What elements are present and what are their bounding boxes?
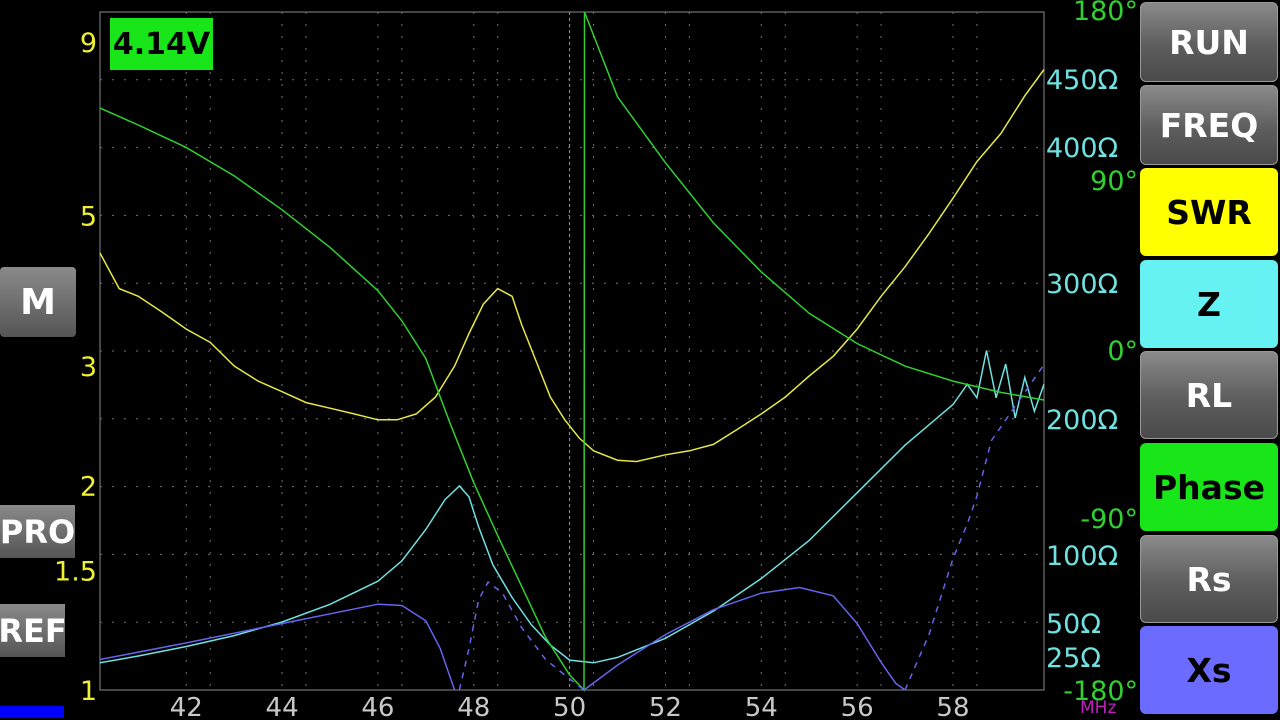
phase-axis-label: -90°	[1080, 504, 1138, 535]
swr-axis-label: 1	[80, 676, 97, 707]
button-swr[interactable]: SWR	[1140, 168, 1278, 256]
x-tick-label: 44	[266, 693, 299, 720]
chart-plot: 42 44 46 48 50 52 54 56 5895321.51180°90°0°-90°-…	[54, 0, 1138, 720]
swr-axis-label: 3	[80, 352, 97, 383]
x-tick-label: 58	[936, 693, 969, 720]
swr-axis-label: 9	[80, 28, 97, 59]
swr-series	[99, 69, 1045, 463]
x-unit-label: MHz	[1080, 698, 1117, 718]
pro-button[interactable]: PRO	[0, 505, 75, 558]
button-run[interactable]: RUN	[1140, 2, 1278, 82]
marker-button[interactable]: M	[0, 267, 76, 337]
swr-axis-label: 2	[80, 472, 97, 503]
x-tick-label: 42	[170, 693, 203, 720]
button-z[interactable]: Z	[1140, 260, 1278, 348]
xs-series	[583, 586, 906, 691]
ref-color-bar	[0, 706, 64, 718]
z-axis-label: 400Ω	[1046, 133, 1118, 164]
swr-axis-label: 5	[80, 201, 97, 232]
phase-series	[99, 11, 1045, 692]
button-phase[interactable]: Phase	[1140, 443, 1278, 531]
phase-axis-label: 0°	[1107, 336, 1138, 367]
z-axis-label: 450Ω	[1046, 65, 1118, 96]
phase-axis-label: 90°	[1090, 166, 1138, 197]
button-xs[interactable]: Xs	[1140, 626, 1278, 714]
button-freq[interactable]: FREQ	[1140, 85, 1278, 165]
z-axis-label: 100Ω	[1046, 541, 1118, 572]
z-series	[99, 350, 1045, 664]
z-axis-label: 25Ω	[1046, 643, 1101, 674]
button-rl[interactable]: RL	[1140, 351, 1278, 439]
z-axis-label: 300Ω	[1046, 269, 1118, 300]
z-axis-label: 50Ω	[1046, 609, 1101, 640]
swr-axis-label: 1.5	[54, 556, 97, 587]
x-tick-label: 56	[841, 693, 874, 720]
x-tick-label: 46	[361, 693, 394, 720]
xs-negative-series	[904, 364, 1045, 691]
ref-button[interactable]: REF	[0, 604, 67, 657]
xs-negative-series	[458, 580, 585, 691]
phase-axis-label: 180°	[1073, 0, 1138, 27]
plot-frame	[99, 11, 1045, 691]
button-rs[interactable]: Rs	[1140, 535, 1278, 623]
voltage-indicator: 4.14V	[110, 18, 213, 70]
x-tick-label: 52	[649, 693, 682, 720]
x-tick-label: 48	[457, 693, 490, 720]
z-axis-label: 200Ω	[1046, 405, 1118, 436]
x-tick-label: 54	[745, 693, 778, 720]
xs-series	[99, 603, 456, 691]
x-tick-label: 50	[553, 693, 586, 720]
